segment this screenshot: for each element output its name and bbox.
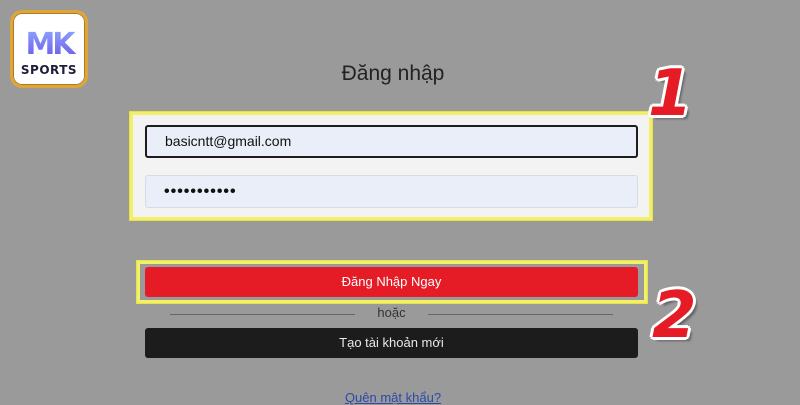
or-divider: hoặc	[170, 305, 613, 323]
email-field[interactable]: basicntt@gmail.com	[145, 125, 638, 158]
step-number-1: 1	[648, 57, 693, 131]
password-field[interactable]: •••••••••••	[145, 175, 638, 208]
or-text: hoặc	[377, 305, 406, 320]
logo-mark: MK	[13, 27, 85, 62]
create-account-button[interactable]: Tạo tài khoản mới	[145, 328, 638, 358]
login-button[interactable]: Đăng Nhập Ngay	[145, 267, 638, 297]
divider-line-right	[428, 314, 613, 315]
step-number-2: 2	[652, 279, 697, 353]
forgot-password-link[interactable]: Quên mật khẩu?	[0, 390, 786, 405]
